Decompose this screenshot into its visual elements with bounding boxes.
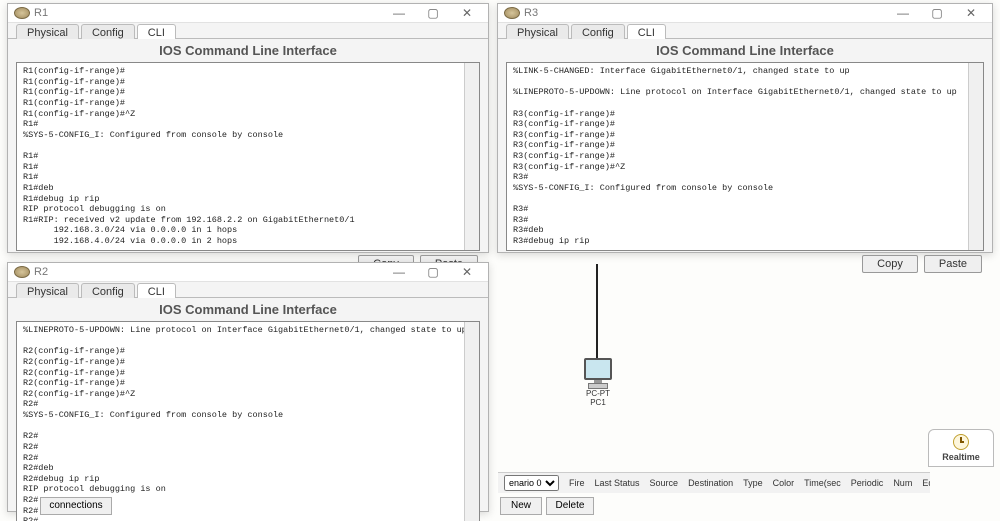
window-title: R3 [524, 7, 538, 19]
tab-physical[interactable]: Physical [506, 24, 569, 39]
scrollbar[interactable] [464, 63, 479, 250]
node-name-label: PC1 [580, 398, 616, 407]
window-title: R1 [34, 7, 48, 19]
minimize-button[interactable]: — [384, 4, 414, 22]
tab-config[interactable]: Config [81, 24, 135, 39]
node-type-label: PC-PT [580, 389, 616, 398]
tab-bar: Physical Config CLI [8, 23, 488, 39]
titlebar-r3[interactable]: R3 — ▢ ✕ [498, 4, 992, 23]
cli-panel: IOS Command Line Interface R1(config-if-… [8, 39, 488, 279]
tab-cli[interactable]: CLI [137, 24, 176, 39]
pc-icon [584, 358, 612, 380]
tab-cli[interactable]: CLI [137, 283, 176, 298]
col-edit: Edit [922, 478, 930, 488]
window-r1: R1 — ▢ ✕ Physical Config CLI IOS Command… [7, 3, 489, 253]
new-button[interactable]: New [500, 497, 542, 515]
cli-heading: IOS Command Line Interface [506, 41, 984, 62]
clock-icon [953, 434, 969, 450]
maximize-button[interactable]: ▢ [922, 4, 952, 22]
terminal-output: R1(config-if-range)# R1(config-if-range)… [23, 66, 355, 246]
tab-physical[interactable]: Physical [16, 24, 79, 39]
topology-link [596, 264, 598, 364]
cli-panel: IOS Command Line Interface %LINEPROTO-5-… [8, 298, 488, 521]
col-time: Time(sec [804, 478, 841, 488]
connections-button[interactable]: connections [40, 497, 112, 515]
col-num: Num [893, 478, 912, 488]
copy-button[interactable]: Copy [862, 255, 918, 273]
tab-bar: Physical Config CLI [8, 282, 488, 298]
tab-config[interactable]: Config [81, 283, 135, 298]
tab-physical[interactable]: Physical [16, 283, 79, 298]
col-color: Color [773, 478, 795, 488]
scrollbar[interactable] [968, 63, 983, 250]
col-type: Type [743, 478, 763, 488]
minimize-button[interactable]: — [384, 263, 414, 281]
scrollbar[interactable] [464, 322, 479, 521]
router-icon [504, 7, 520, 19]
minimize-button[interactable]: — [888, 4, 918, 22]
tab-cli[interactable]: CLI [627, 24, 666, 39]
cli-panel: IOS Command Line Interface %LINK-5-CHANG… [498, 39, 992, 279]
close-button[interactable]: ✕ [452, 4, 482, 22]
cli-heading: IOS Command Line Interface [16, 41, 480, 62]
close-button[interactable]: ✕ [956, 4, 986, 22]
terminal-r2[interactable]: %LINEPROTO-5-UPDOWN: Line protocol on In… [16, 321, 480, 521]
terminal-r1[interactable]: R1(config-if-range)# R1(config-if-range)… [16, 62, 480, 251]
col-last-status: Last Status [595, 478, 640, 488]
close-button[interactable]: ✕ [452, 263, 482, 281]
maximize-button[interactable]: ▢ [418, 4, 448, 22]
titlebar-r1[interactable]: R1 — ▢ ✕ [8, 4, 488, 23]
titlebar-r2[interactable]: R2 — ▢ ✕ [8, 263, 488, 282]
router-icon [14, 266, 30, 278]
terminal-r3[interactable]: %LINK-5-CHANGED: Interface GigabitEthern… [506, 62, 984, 251]
col-periodic: Periodic [851, 478, 884, 488]
cli-heading: IOS Command Line Interface [16, 300, 480, 321]
col-source: Source [650, 478, 679, 488]
window-r3: R3 — ▢ ✕ Physical Config CLI IOS Command… [497, 3, 993, 253]
node-pc1[interactable]: PC-PT PC1 [580, 358, 616, 407]
delete-button[interactable]: Delete [546, 497, 594, 515]
scenario-select[interactable]: enario 0 [504, 475, 559, 491]
simulation-event-list: enario 0 Fire Last Status Source Destina… [498, 472, 930, 493]
terminal-output: %LINK-5-CHANGED: Interface GigabitEthern… [513, 66, 957, 246]
paste-button[interactable]: Paste [924, 255, 982, 273]
col-fire: Fire [569, 478, 585, 488]
window-r2: R2 — ▢ ✕ Physical Config CLI IOS Command… [7, 262, 489, 512]
realtime-label: Realtime [942, 452, 980, 462]
terminal-output: %LINEPROTO-5-UPDOWN: Line protocol on In… [23, 325, 467, 521]
maximize-button[interactable]: ▢ [418, 263, 448, 281]
tab-bar: Physical Config CLI [498, 23, 992, 39]
tab-config[interactable]: Config [571, 24, 625, 39]
col-destination: Destination [688, 478, 733, 488]
realtime-toggle[interactable]: Realtime [928, 429, 994, 467]
window-title: R2 [34, 266, 48, 278]
router-icon [14, 7, 30, 19]
